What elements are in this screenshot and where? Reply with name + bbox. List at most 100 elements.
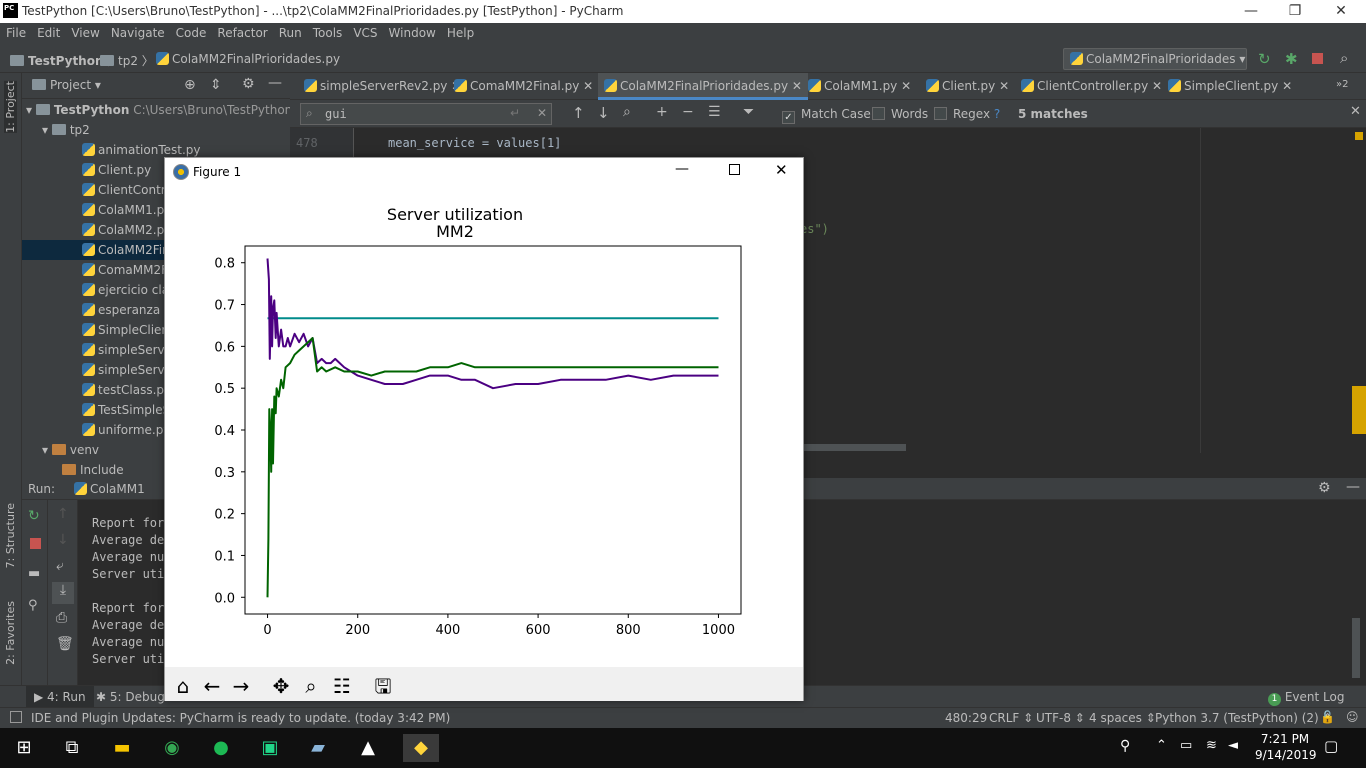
menu-refactor[interactable]: Refactor bbox=[211, 23, 272, 40]
close-tab-icon[interactable]: ✕ bbox=[792, 79, 802, 93]
pycharm-taskbar-icon[interactable]: ▣ bbox=[255, 734, 285, 762]
next-match-icon[interactable]: ↓ bbox=[597, 104, 610, 122]
file-encoding[interactable]: UTF-8 ⇕ bbox=[1036, 711, 1085, 725]
debug-icon[interactable]: ✱ bbox=[1285, 50, 1298, 68]
trash-icon[interactable]: 🗑 bbox=[56, 636, 74, 652]
rerun-icon[interactable]: ↻ bbox=[28, 508, 40, 524]
tree-root[interactable]: ▾ TestPython C:\Users\Bruno\TestPython bbox=[22, 100, 290, 120]
task-view-icon[interactable]: ⧉ bbox=[57, 734, 87, 762]
home-icon[interactable]: ⌂ bbox=[169, 672, 197, 698]
windows-start-icon[interactable]: ⊞ bbox=[9, 734, 39, 762]
scroll-to-end-icon[interactable]: ⤓ bbox=[52, 582, 74, 604]
warning-marker[interactable] bbox=[1355, 132, 1363, 140]
close-tab-icon[interactable]: ✕ bbox=[583, 79, 593, 93]
zoom-icon[interactable]: ⌕ bbox=[297, 672, 325, 698]
clock[interactable]: 7:21 PM 9/14/2019 bbox=[1255, 731, 1317, 763]
menu-file[interactable]: File bbox=[0, 23, 31, 40]
close-tab-icon[interactable]: ✕ bbox=[901, 79, 911, 93]
console-scrollbar[interactable] bbox=[1352, 618, 1360, 678]
pan-icon[interactable]: ✥ bbox=[267, 672, 295, 698]
match-case-option[interactable]: ✓ Match Case bbox=[782, 107, 871, 124]
project-view-select[interactable]: Project ▾ bbox=[32, 78, 101, 92]
up-stack-icon[interactable]: ↑ bbox=[57, 506, 69, 522]
editor-tab[interactable]: ComaMM2Final.py ✕ bbox=[448, 73, 599, 100]
file-explorer-icon[interactable]: ▬ bbox=[107, 734, 137, 762]
indent-setting[interactable]: 4 spaces ⇕ bbox=[1089, 711, 1156, 725]
close-tab-icon[interactable]: ✕ bbox=[1282, 79, 1292, 93]
spotify-icon[interactable]: ● bbox=[206, 734, 236, 762]
status-message[interactable]: IDE and Plugin Updates: PyCharm is ready… bbox=[31, 711, 450, 725]
structure-tool-tab[interactable]: 7: Structure bbox=[4, 503, 17, 568]
editor-tab[interactable]: SimpleClient.py ✕ bbox=[1162, 73, 1298, 100]
close-window-button[interactable]: ✕ bbox=[1318, 0, 1364, 23]
previous-match-icon[interactable]: ↑ bbox=[572, 104, 585, 122]
tray-chevron-icon[interactable]: ⌃ bbox=[1156, 738, 1167, 753]
people-icon[interactable]: ⚲ bbox=[1120, 738, 1130, 754]
editor-tab[interactable]: simpleServerRev2.py ✕ bbox=[298, 73, 467, 100]
editor-tab-active[interactable]: ColaMM2FinalPrioridades.py ✕ bbox=[598, 73, 808, 100]
save-icon[interactable]: 🖫 bbox=[369, 672, 397, 698]
menu-edit[interactable]: Edit bbox=[31, 23, 65, 40]
stop-icon[interactable] bbox=[1312, 53, 1323, 64]
close-tab-icon[interactable]: ✕ bbox=[1152, 79, 1162, 93]
maximize-button[interactable]: ❐ bbox=[1272, 0, 1318, 23]
configure-icon[interactable]: ☷ bbox=[328, 672, 356, 698]
breadcrumb-folder[interactable]: tp2 〉 bbox=[100, 52, 154, 69]
notepad-icon[interactable]: ▰ bbox=[303, 734, 333, 762]
editor-tab[interactable]: Client.py ✕ bbox=[920, 73, 1015, 100]
tree-folder-tp2[interactable]: ▾ tp2 bbox=[22, 120, 290, 140]
menu-view[interactable]: View bbox=[65, 23, 104, 40]
remove-selection-icon[interactable]: − bbox=[682, 104, 694, 120]
tabs-overflow[interactable]: »2 bbox=[1330, 73, 1354, 100]
chrome-icon[interactable]: ◉ bbox=[157, 734, 187, 762]
run-configuration-select[interactable]: ColaMM2FinalPrioridades ▾ bbox=[1063, 48, 1247, 70]
words-option[interactable]: Words bbox=[872, 107, 928, 121]
minimize-button[interactable]: — bbox=[1228, 0, 1274, 23]
locate-icon[interactable]: ⊕ bbox=[184, 77, 196, 93]
battery-icon[interactable]: ▭ bbox=[1180, 738, 1192, 753]
pin-icon[interactable]: ⚲ bbox=[28, 598, 38, 613]
lock-icon[interactable]: 🔓 bbox=[1320, 710, 1335, 724]
photos-icon[interactable]: ▲ bbox=[353, 734, 383, 762]
words-checkbox[interactable] bbox=[872, 107, 885, 120]
figure-close-button[interactable]: ✕ bbox=[775, 161, 788, 179]
clear-search-icon[interactable]: ✕ bbox=[537, 106, 547, 120]
menu-window[interactable]: Window bbox=[383, 23, 441, 40]
gear-icon[interactable]: ⚙ bbox=[1318, 480, 1331, 496]
console-output[interactable]: Report for Average de Average nu Server uti… bbox=[92, 515, 164, 668]
filter-icon[interactable]: ⏷ bbox=[743, 104, 754, 120]
search-everywhere-icon[interactable]: ⌕ bbox=[1340, 49, 1348, 67]
hide-panel-icon[interactable]: — bbox=[1346, 479, 1360, 495]
hide-panel-icon[interactable]: — bbox=[268, 75, 282, 91]
editor-tab[interactable]: ClientController.py ✕ bbox=[1015, 73, 1168, 100]
forward-icon[interactable]: → bbox=[227, 672, 255, 698]
match-case-checkbox[interactable]: ✓ bbox=[782, 111, 795, 124]
close-tab-icon[interactable]: ✕ bbox=[999, 79, 1009, 93]
close-find-icon[interactable]: ✕ bbox=[1350, 104, 1361, 119]
rerun-icon[interactable]: ↻ bbox=[1258, 50, 1271, 68]
editor-tab[interactable]: ColaMM1.py ✕ bbox=[802, 73, 917, 100]
menu-navigate[interactable]: Navigate bbox=[105, 23, 170, 40]
horizontal-scrollbar[interactable] bbox=[804, 444, 906, 451]
find-all-icon[interactable]: ⌕ bbox=[623, 104, 631, 120]
project-tool-tab[interactable]: 1: Project bbox=[4, 81, 17, 133]
python-interpreter[interactable]: Python 3.7 (TestPython) (2) ⇕ bbox=[1155, 711, 1333, 725]
run-tool-tab[interactable]: ▶ 4: Run bbox=[26, 686, 94, 708]
wifi-icon[interactable]: ≋ bbox=[1206, 738, 1217, 753]
figure-minimize-button[interactable]: — bbox=[675, 161, 689, 177]
figure-maximize-button[interactable] bbox=[729, 164, 740, 175]
add-selection-icon[interactable]: + bbox=[656, 104, 668, 120]
notifications-icon[interactable]: ▢ bbox=[1324, 737, 1338, 755]
breadcrumb-file[interactable]: ColaMM2FinalPrioridades.py bbox=[156, 52, 340, 66]
soft-wrap-icon[interactable]: ⤶ bbox=[56, 558, 64, 574]
menu-tools[interactable]: Tools bbox=[307, 23, 348, 40]
restore-layout-icon[interactable]: ▬ bbox=[28, 566, 40, 581]
print-icon[interactable]: ⎙ bbox=[56, 610, 67, 626]
favorites-tool-tab[interactable]: 2: Favorites bbox=[4, 601, 17, 665]
event-log-tab[interactable]: 1 Event Log bbox=[1268, 690, 1344, 706]
volume-icon[interactable]: ◄ bbox=[1228, 738, 1238, 753]
menu-run[interactable]: Run bbox=[273, 23, 307, 40]
caret-position[interactable]: 480:29 bbox=[945, 711, 987, 725]
back-icon[interactable]: ← bbox=[198, 672, 226, 698]
select-all-occurrences-icon[interactable]: ☰ bbox=[708, 104, 721, 120]
